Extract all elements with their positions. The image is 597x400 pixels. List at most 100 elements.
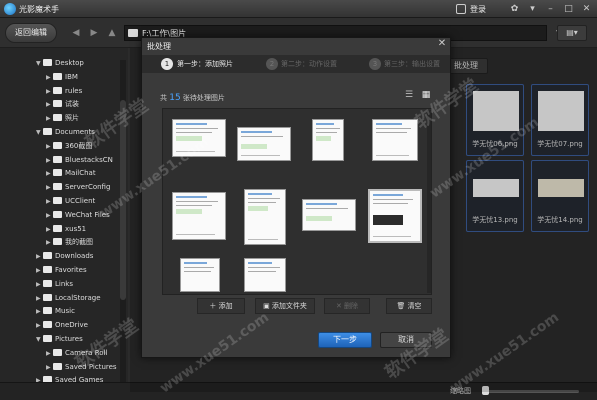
folder-tree-item[interactable]: ▶ 我的截图 bbox=[46, 236, 93, 249]
clear-label: 清空 bbox=[407, 302, 422, 310]
folder-tree-item[interactable]: ▶ WeChat Files bbox=[46, 209, 110, 222]
collapsed-arrow-icon[interactable]: ▶ bbox=[36, 250, 43, 263]
nav-forward-icon[interactable]: ▶ bbox=[86, 26, 102, 40]
image-thumbnail[interactable] bbox=[302, 199, 356, 231]
collapsed-arrow-icon[interactable]: ▶ bbox=[46, 209, 53, 222]
image-thumbnail[interactable] bbox=[312, 119, 344, 161]
folder-icon bbox=[53, 362, 62, 370]
list-view-icon[interactable]: ☰ bbox=[404, 90, 414, 100]
folder-tree-item[interactable]: ▶ Camera Roll bbox=[46, 347, 107, 360]
folder-tree-item[interactable]: ▶ MailChat bbox=[46, 167, 96, 180]
collapsed-arrow-icon[interactable]: ▶ bbox=[46, 154, 53, 167]
collapsed-arrow-icon[interactable]: ▶ bbox=[36, 319, 43, 332]
add-folder-label: 添加文件夹 bbox=[271, 302, 307, 310]
folder-tree-item[interactable]: ▶ UCClient bbox=[46, 195, 95, 208]
folder-label: Documents bbox=[55, 128, 95, 136]
folder-tree-item[interactable]: ▶ 360截图 bbox=[46, 140, 92, 153]
image-thumbnail[interactable] bbox=[172, 119, 226, 157]
folder-icon bbox=[53, 155, 62, 163]
expanded-arrow-icon[interactable]: ▼ bbox=[36, 333, 43, 346]
collapsed-arrow-icon[interactable]: ▶ bbox=[36, 264, 43, 277]
login-link[interactable]: 登录 bbox=[470, 4, 486, 15]
image-thumbnail[interactable] bbox=[180, 258, 220, 292]
collapsed-arrow-icon[interactable]: ▶ bbox=[36, 305, 43, 318]
panel-scrollbar[interactable] bbox=[427, 110, 431, 293]
close-icon[interactable]: ✕ bbox=[436, 38, 448, 50]
collapsed-arrow-icon[interactable]: ▶ bbox=[36, 292, 43, 305]
folder-label: LocalStorage bbox=[55, 293, 101, 302]
folder-icon bbox=[53, 183, 62, 191]
nav-up-icon[interactable]: ▲ bbox=[104, 26, 120, 40]
folder-icon bbox=[53, 86, 62, 94]
folder-tree-item[interactable]: ▼ Pictures bbox=[36, 333, 83, 346]
image-thumbnail[interactable] bbox=[244, 258, 286, 292]
grid-view-icon[interactable]: ▦ bbox=[421, 90, 431, 100]
folder-tree-item[interactable]: ▶ Links bbox=[36, 278, 73, 291]
image-thumbnail[interactable] bbox=[237, 127, 291, 161]
user-icon[interactable] bbox=[456, 4, 466, 14]
image-thumbnail[interactable] bbox=[244, 189, 286, 245]
folder-tree-item[interactable]: ▼ Documents bbox=[36, 126, 95, 139]
add-folder-button[interactable]: ▣ 添加文件夹 bbox=[255, 298, 315, 314]
folder-icon bbox=[53, 100, 62, 108]
folder-label: OneDrive bbox=[55, 321, 88, 330]
nav-back-icon[interactable]: ◀ bbox=[68, 26, 84, 40]
folder-label: ServerConfig bbox=[65, 183, 111, 192]
view-mode-button[interactable]: ▤▾ bbox=[557, 25, 587, 41]
expanded-arrow-icon[interactable]: ▼ bbox=[36, 57, 43, 70]
folder-tree-item[interactable]: ▶ Downloads bbox=[36, 250, 93, 263]
collapsed-arrow-icon[interactable]: ▶ bbox=[46, 361, 53, 374]
cancel-button[interactable]: 取消 bbox=[380, 332, 432, 348]
collapsed-arrow-icon[interactable]: ▶ bbox=[36, 278, 43, 291]
sidebar-scroll-thumb[interactable] bbox=[120, 100, 126, 300]
folder-label: BluestacksCN bbox=[65, 155, 113, 164]
collapsed-arrow-icon[interactable]: ▶ bbox=[46, 140, 53, 153]
minimize-icon[interactable]: – bbox=[544, 3, 557, 15]
expanded-arrow-icon[interactable]: ▼ bbox=[36, 126, 43, 139]
collapsed-arrow-icon[interactable]: ▶ bbox=[46, 167, 53, 180]
close-window-icon[interactable]: ✕ bbox=[580, 3, 593, 15]
folder-tree-item[interactable]: ▶ xus51 bbox=[46, 223, 86, 236]
maximize-icon[interactable]: □ bbox=[562, 3, 575, 15]
folder-tree-item[interactable]: ▶ LocalStorage bbox=[36, 292, 101, 305]
dialog-title: 批处理 bbox=[147, 42, 171, 51]
paw-icon[interactable]: ✿ bbox=[508, 3, 521, 15]
folder-tree-item[interactable]: ▶ 试装 bbox=[46, 98, 79, 111]
folder-tree-item[interactable]: ▶ ServerConfig bbox=[46, 181, 110, 194]
app-logo-icon bbox=[4, 3, 16, 15]
image-thumbnail[interactable] bbox=[172, 192, 226, 240]
collapsed-arrow-icon[interactable]: ▶ bbox=[46, 112, 53, 125]
folder-tree-item[interactable]: ▶ Favorites bbox=[36, 264, 87, 277]
folder-label: Favorites bbox=[55, 266, 87, 274]
image-thumbnail[interactable] bbox=[372, 119, 418, 161]
folder-icon bbox=[128, 29, 138, 37]
collapsed-arrow-icon[interactable]: ▶ bbox=[46, 347, 53, 360]
collapsed-arrow-icon[interactable]: ▶ bbox=[46, 85, 53, 98]
folder-tree-item[interactable]: ▶ OneDrive bbox=[36, 319, 88, 332]
folder-tree-item[interactable]: ▶ IBM bbox=[46, 71, 78, 84]
folder-tree-item[interactable]: ▶ rules bbox=[46, 85, 82, 98]
collapsed-arrow-icon[interactable]: ▶ bbox=[46, 236, 53, 249]
folder-tree-item[interactable]: ▶ BluestacksCN bbox=[46, 154, 113, 167]
folder-tree-item[interactable]: ▼ Desktop bbox=[36, 57, 84, 70]
folder-tree-item[interactable]: ▶ 照片 bbox=[46, 112, 79, 125]
collapsed-arrow-icon[interactable]: ▶ bbox=[46, 98, 53, 111]
back-to-edit-button[interactable]: 返回编辑 bbox=[5, 23, 57, 43]
delete-icon: ✕ bbox=[335, 302, 342, 310]
image-thumbnail[interactable] bbox=[368, 189, 422, 243]
folder-icon bbox=[43, 321, 52, 329]
folder-tree-item[interactable]: ▶ Music bbox=[36, 305, 75, 318]
menu-icon[interactable]: ▾ bbox=[526, 3, 539, 15]
folder-label: Links bbox=[55, 279, 73, 288]
collapsed-arrow-icon[interactable]: ▶ bbox=[46, 71, 53, 84]
add-button[interactable]: ＋ 添加 bbox=[197, 298, 245, 314]
folder-icon bbox=[43, 128, 52, 135]
folder-tree-item[interactable]: ▶ Saved Pictures bbox=[46, 361, 117, 374]
collapsed-arrow-icon[interactable]: ▶ bbox=[46, 195, 53, 208]
delete-button[interactable]: ✕ 删除 bbox=[324, 298, 370, 314]
next-step-button[interactable]: 下一步 bbox=[318, 332, 372, 348]
clear-button[interactable]: 🗑 清空 bbox=[386, 298, 432, 314]
collapsed-arrow-icon[interactable]: ▶ bbox=[46, 181, 53, 194]
collapsed-arrow-icon[interactable]: ▶ bbox=[46, 223, 53, 236]
folder-add-icon: ▣ bbox=[263, 302, 270, 310]
